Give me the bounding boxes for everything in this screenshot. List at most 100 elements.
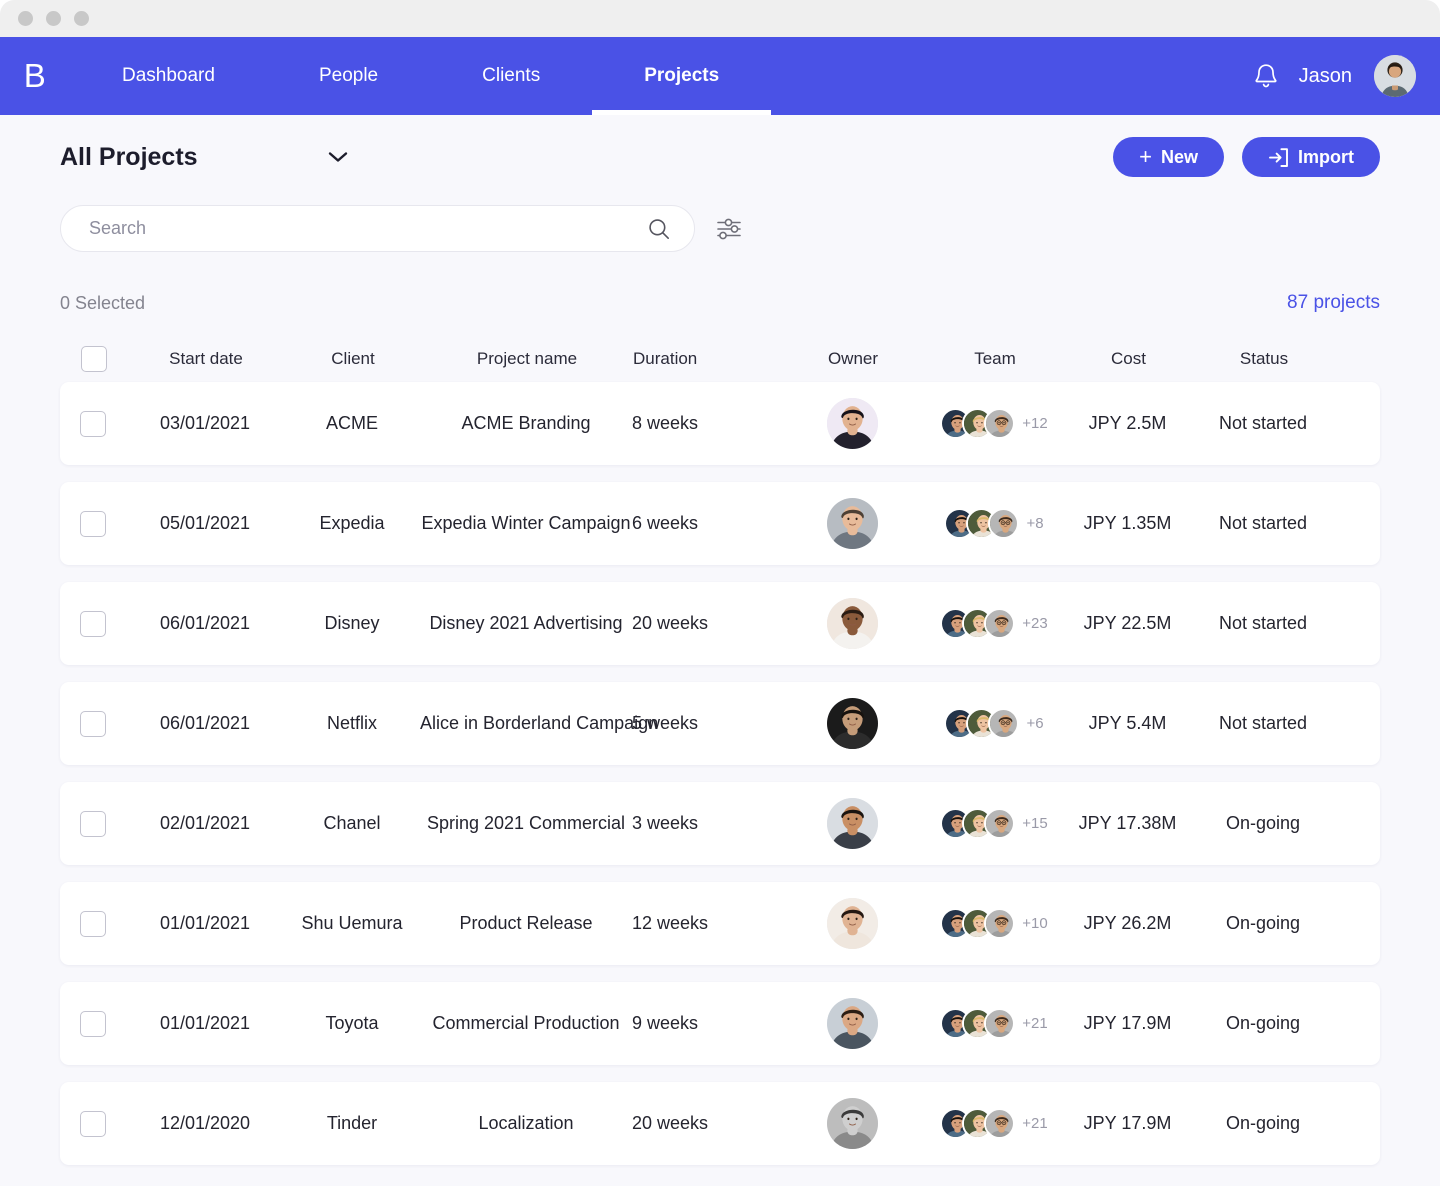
- row-checkbox[interactable]: [80, 910, 106, 937]
- header-actions: + New Import: [1113, 137, 1380, 177]
- cell-team: +6: [922, 708, 1066, 739]
- page-title: All Projects: [60, 142, 198, 171]
- table-row[interactable]: 12/01/2020 Tinder Localization 20 weeks +21 J…: [60, 1082, 1380, 1165]
- owner-avatar[interactable]: [826, 898, 878, 949]
- team-overflow-count[interactable]: +15: [1022, 815, 1047, 832]
- column-header-client[interactable]: Client: [285, 349, 421, 369]
- column-header-team[interactable]: Team: [923, 349, 1067, 369]
- team-overflow-count[interactable]: +10: [1022, 915, 1047, 932]
- table-row[interactable]: 01/01/2021 Shu Uemura Product Release 12 we…: [60, 882, 1380, 965]
- bell-icon[interactable]: [1253, 62, 1279, 90]
- cell-duration: 3 weeks: [632, 813, 699, 833]
- column-header-duration[interactable]: Duration: [633, 349, 783, 369]
- team-member-avatar[interactable]: [988, 708, 1020, 739]
- row-checkbox[interactable]: [80, 810, 106, 837]
- search-input[interactable]: [89, 218, 648, 239]
- plus-icon: +: [1139, 144, 1152, 169]
- nav-item-label: People: [318, 65, 379, 86]
- column-header-cost[interactable]: Cost: [1067, 349, 1190, 369]
- chevron-down-icon[interactable]: [328, 151, 348, 163]
- window-close-button[interactable]: [18, 11, 33, 26]
- cell-owner: [782, 898, 922, 949]
- row-checkbox-cell: [60, 610, 126, 637]
- search-box[interactable]: [60, 205, 695, 252]
- team-overflow-count[interactable]: +21: [1022, 1015, 1047, 1032]
- row-checkbox-cell: [60, 510, 126, 537]
- brand-logo[interactable]: B: [0, 37, 70, 115]
- row-checkbox-cell: [60, 810, 126, 837]
- cell-start-date: 05/01/2021: [159, 513, 251, 533]
- cell-cost: JPY 17.9M: [1083, 1013, 1172, 1033]
- cell-project-name: Product Release: [459, 913, 593, 933]
- avatar[interactable]: [1374, 55, 1416, 97]
- table-row[interactable]: 03/01/2021 ACME ACME Branding 8 weeks +12 JPY…: [60, 382, 1380, 465]
- row-checkbox-cell: [60, 1110, 126, 1137]
- team-member-avatar[interactable]: [984, 1008, 1016, 1039]
- team-overflow-count[interactable]: +21: [1022, 1115, 1047, 1132]
- team-member-avatar[interactable]: [984, 908, 1016, 939]
- window-titlebar: [0, 0, 1440, 37]
- owner-avatar[interactable]: [826, 1098, 878, 1149]
- owner-avatar[interactable]: [826, 398, 878, 449]
- search-row: [60, 205, 1380, 252]
- column-header-owner[interactable]: Owner: [783, 349, 923, 369]
- page-content: All Projects + New Import Search 0 Selec…: [0, 115, 1440, 1165]
- cell-status: On-going: [1225, 913, 1301, 933]
- table-row[interactable]: 02/01/2021 Chanel Spring 2021 Commercial 3 …: [60, 782, 1380, 865]
- nav-item-people[interactable]: People: [267, 37, 430, 115]
- window-maximize-button[interactable]: [74, 11, 89, 26]
- row-checkbox-cell: [60, 1010, 126, 1037]
- owner-avatar[interactable]: [826, 598, 878, 649]
- owner-avatar[interactable]: [826, 998, 878, 1049]
- cell-cost: JPY 26.2M: [1083, 913, 1172, 933]
- cell-owner: [782, 798, 922, 849]
- cell-cost: JPY 2.5M: [1088, 413, 1167, 433]
- row-checkbox[interactable]: [80, 1010, 106, 1037]
- search-icon[interactable]: [648, 218, 670, 240]
- row-checkbox[interactable]: [80, 610, 106, 637]
- project-count-link[interactable]: 87 projects: [1287, 292, 1380, 314]
- cell-project-name: Disney 2021 Advertising: [429, 613, 623, 633]
- team-overflow-count[interactable]: +23: [1022, 615, 1047, 632]
- row-checkbox[interactable]: [80, 510, 106, 537]
- column-header-status[interactable]: Status: [1190, 349, 1338, 369]
- team-overflow-count[interactable]: +12: [1022, 415, 1047, 432]
- cell-status: Not started: [1218, 613, 1308, 633]
- table-row[interactable]: 06/01/2021 Disney Disney 2021 Advertising 2…: [60, 582, 1380, 665]
- select-all-checkbox[interactable]: [81, 346, 107, 372]
- cell-status: On-going: [1225, 1013, 1301, 1033]
- team-member-avatar[interactable]: [984, 808, 1016, 839]
- team-overflow-count[interactable]: +8: [1026, 515, 1043, 532]
- cell-team: +8: [922, 508, 1066, 539]
- window-minimize-button[interactable]: [46, 11, 61, 26]
- team-overflow-count[interactable]: +6: [1026, 715, 1043, 732]
- team-member-avatar[interactable]: [988, 508, 1020, 539]
- new-button[interactable]: + New: [1113, 137, 1224, 177]
- column-header-start-date[interactable]: Start date: [127, 349, 285, 369]
- nav-item-clients[interactable]: Clients: [430, 37, 592, 115]
- row-checkbox[interactable]: [80, 410, 106, 437]
- table-row[interactable]: 01/01/2021 Toyota Commercial Production 9 w…: [60, 982, 1380, 1065]
- cell-status: Not started: [1218, 513, 1308, 533]
- team-member-avatar[interactable]: [984, 1108, 1016, 1139]
- import-button[interactable]: Import: [1242, 137, 1380, 177]
- row-checkbox[interactable]: [80, 1110, 106, 1137]
- owner-avatar[interactable]: [826, 498, 878, 549]
- owner-avatar[interactable]: [826, 798, 878, 849]
- team-member-avatar[interactable]: [984, 608, 1016, 639]
- nav-item-projects[interactable]: Projects: [592, 37, 772, 115]
- column-header-project-name[interactable]: Project name: [421, 349, 633, 369]
- cell-owner: [782, 1098, 922, 1149]
- table-row[interactable]: 06/01/2021 Netflix Alice in Borderland Cam…: [60, 682, 1380, 765]
- team-member-avatar[interactable]: [984, 408, 1016, 439]
- cell-start-date: 02/01/2021: [159, 813, 251, 833]
- nav-item-dashboard[interactable]: Dashboard: [70, 37, 267, 115]
- cell-duration: 5 weeks: [632, 713, 699, 733]
- table-row[interactable]: 05/01/2021 Expedia Expedia Winter Campaign…: [60, 482, 1380, 565]
- cell-start-date: 03/01/2021: [159, 413, 251, 433]
- sliders-icon[interactable]: [712, 212, 746, 246]
- owner-avatar[interactable]: [826, 698, 878, 749]
- row-checkbox[interactable]: [80, 710, 106, 737]
- cell-start-date: 01/01/2021: [159, 1013, 251, 1033]
- select-all-checkbox-cell: [61, 346, 127, 372]
